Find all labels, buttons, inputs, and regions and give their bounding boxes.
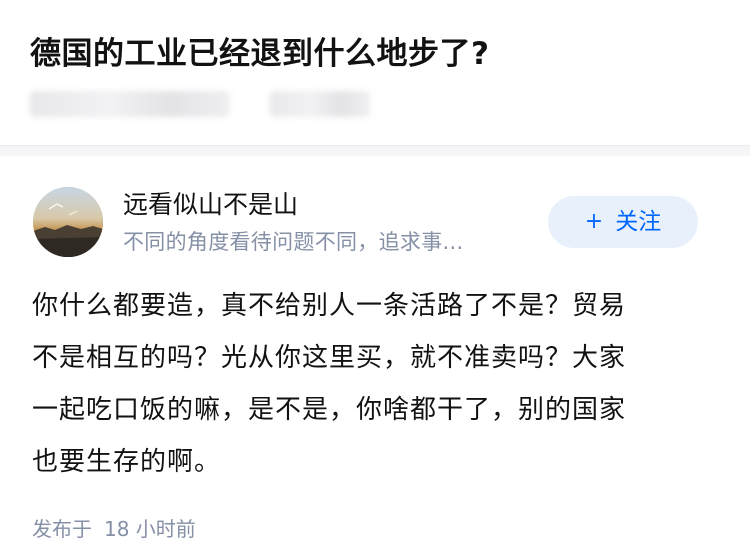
answer-content-line: 你什么都要造，真不给别人一条活路了不是？贸易	[32, 291, 627, 321]
answer-content-line: 一起吃口饭的嘛，是不是，你啥都干了，别的国家	[32, 395, 627, 425]
answer-content-line: 不是相互的吗？光从你这里买，就不准卖吗？大家	[32, 343, 627, 373]
author-avatar[interactable]	[33, 187, 103, 257]
follow-button-label: 关注	[615, 209, 662, 235]
section-divider	[0, 145, 750, 156]
author-name[interactable]: 远看似山不是山	[123, 189, 298, 221]
publish-time: 发布于 18 小时前	[32, 515, 196, 543]
question-title[interactable]: 德国的工业已经退到什么地步了?	[30, 34, 489, 74]
question-header: 德国的工业已经退到什么地步了?	[0, 0, 750, 145]
publish-time-value: 18 小时前	[104, 517, 196, 541]
avatar-image-icon	[33, 187, 103, 257]
blurred-text-block	[30, 91, 230, 117]
follow-button[interactable]: + 关注	[548, 196, 698, 248]
answer-content: 你什么都要造，真不给别人一条活路了不是？贸易 不是相互的吗？光从你这里买，就不准…	[32, 280, 712, 488]
author-bio: 不同的角度看待问题不同，追求事...	[123, 230, 464, 254]
blurred-text-block	[270, 91, 370, 117]
publish-prefix: 发布于	[32, 517, 92, 541]
answer-content-line: 也要生存的啊。	[32, 447, 222, 477]
plus-icon: +	[584, 209, 604, 234]
answer-card: 远看似山不是山 不同的角度看待问题不同，追求事... + 关注 你什么都要造，真不…	[0, 156, 750, 547]
zhihu-answer-page: 德国的工业已经退到什么地步了? 远看似山不是山 不同的角度看待问题不同，追求事.…	[0, 0, 750, 547]
blurred-question-meta	[30, 87, 450, 123]
